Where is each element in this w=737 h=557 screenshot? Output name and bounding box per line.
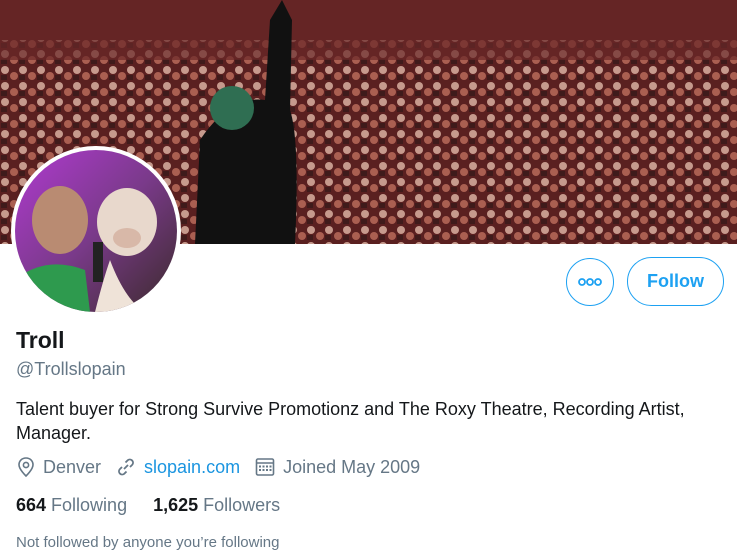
profile-meta: Denver slopain.com Joined May 2009 xyxy=(16,456,434,478)
profile-name: Troll xyxy=(16,327,65,353)
profile-stats: 664 Following 1,625 Followers xyxy=(16,495,306,516)
following-label: Following xyxy=(51,495,128,515)
joined-text: Joined May 2009 xyxy=(283,456,421,477)
link-icon xyxy=(118,458,134,476)
followers-label: Followers xyxy=(203,495,281,515)
followers-count: 1,625 xyxy=(153,495,199,515)
profile-avatar[interactable] xyxy=(11,146,181,316)
location-item: Denver xyxy=(16,456,101,478)
calendar-icon xyxy=(255,458,275,476)
website-item[interactable]: slopain.com xyxy=(115,456,240,478)
avatar-photo xyxy=(15,150,177,312)
followers-stat[interactable]: 1,625 Followers xyxy=(153,495,280,516)
profile-handle: @Trollslopain xyxy=(16,359,126,379)
location-text: Denver xyxy=(43,456,102,477)
follow-button[interactable]: Follow xyxy=(627,257,724,306)
following-count: 664 xyxy=(16,495,47,515)
location-pin-icon xyxy=(18,457,34,478)
followed-by-note: Not followed by anyone you’re following xyxy=(16,534,280,551)
profile-bio: Talent buyer for Strong Survive Promotio… xyxy=(16,399,685,443)
more-options-button[interactable] xyxy=(566,258,614,306)
more-dots-icon xyxy=(578,278,602,286)
website-link[interactable]: slopain.com xyxy=(144,457,240,478)
joined-item: Joined May 2009 xyxy=(254,456,420,478)
following-stat[interactable]: 664 Following xyxy=(16,495,127,516)
